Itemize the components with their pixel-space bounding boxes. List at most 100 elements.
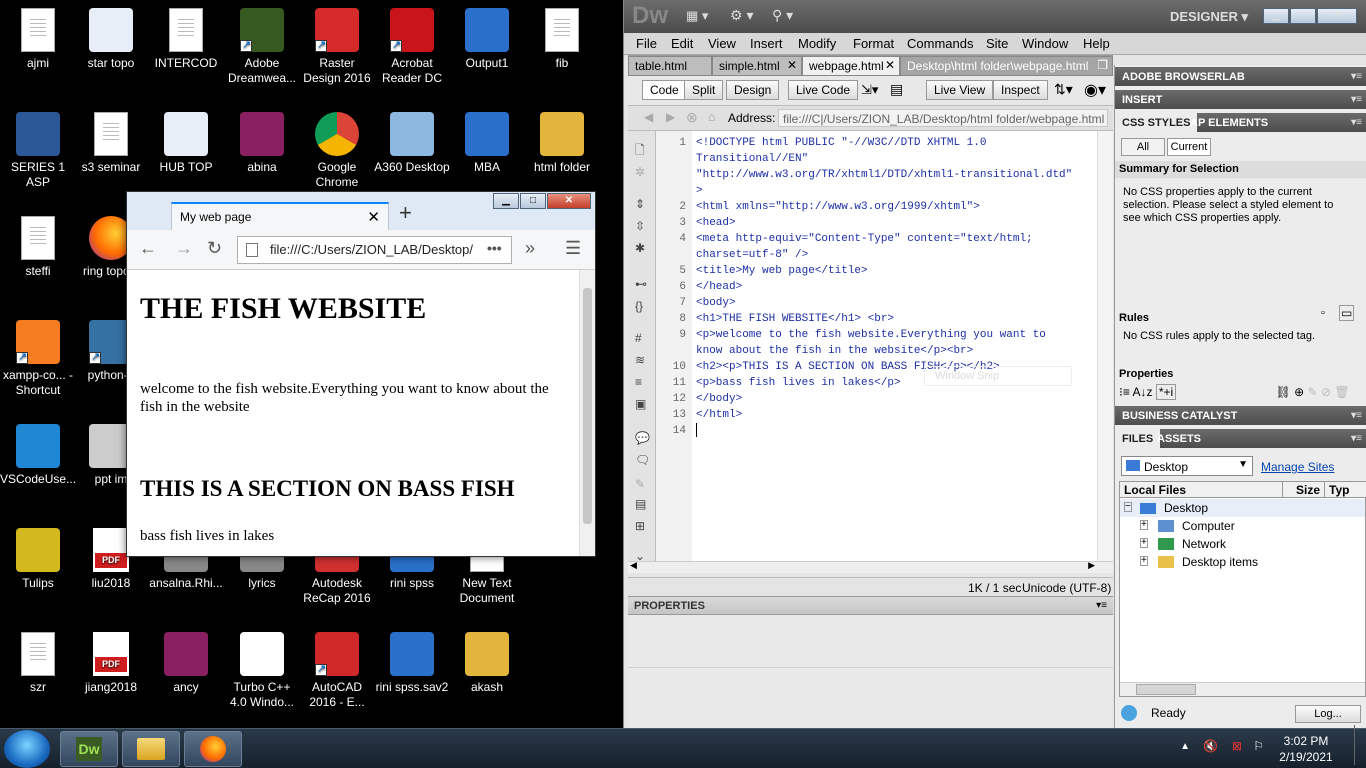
business-catalyst-panel[interactable]: BUSINESS CATALYST ▾≡ (1115, 406, 1366, 425)
menu-commands[interactable]: Commands (907, 36, 973, 51)
desktop-icon-rini-spss-sav2[interactable]: rini spss.sav2 (374, 632, 450, 712)
tree-item-computer[interactable]: + Computer (1120, 517, 1235, 535)
log-button[interactable]: Log... (1295, 705, 1361, 723)
browserlab-panel[interactable]: ADOBE BROWSERLAB ▾≡ (1115, 67, 1366, 86)
page-scrollbar[interactable] (579, 270, 595, 556)
desktop-icon-s3-seminar[interactable]: s3 seminar (73, 112, 149, 192)
desktop-icon-vscodeuse[interactable]: VSCodeUse... (0, 424, 76, 504)
desktop-icon-akash[interactable]: akash (449, 632, 525, 712)
reload-icon[interactable]: ↻ (207, 238, 222, 259)
home-icon[interactable]: ⌂ (708, 110, 715, 124)
taskbar-firefox[interactable] (184, 731, 242, 767)
desktop-icon-acrobat-reader-dc[interactable]: Acrobat Reader DC (374, 8, 450, 88)
attach-style-icon[interactable]: ⛓ (1276, 385, 1291, 399)
inspect-button[interactable]: Inspect (993, 80, 1048, 100)
clock[interactable]: 3:02 PM 2/19/2021 (1276, 733, 1336, 765)
dw-maximize-button[interactable]: □ (1290, 8, 1316, 24)
highlight-invalid-icon[interactable]: ≋ (635, 353, 645, 367)
show-hidden-icons[interactable]: ▲ (1180, 739, 1190, 755)
line-numbers-icon[interactable]: # (635, 331, 642, 345)
tab-simple-html[interactable]: simple.html ✕ (712, 56, 802, 76)
desktop-icon-autocad-2016-e[interactable]: AutoCAD 2016 - E... (299, 632, 375, 712)
type-header[interactable]: Typ (1325, 482, 1366, 498)
alpha-view-icon[interactable]: A↓z (1133, 385, 1153, 399)
desktop-icon-szr[interactable]: szr (0, 632, 76, 712)
open-documents-icon[interactable]: 🗋 (635, 141, 645, 162)
menu-modify[interactable]: Modify (798, 36, 836, 51)
new-rule-icon[interactable]: ⊕ (1294, 385, 1304, 399)
overflow-chevron-icon[interactable]: » (525, 238, 535, 259)
recent-snippets-icon[interactable]: ▤ (635, 497, 646, 511)
forward-arrow-icon[interactable]: → (175, 238, 193, 259)
word-wrap-icon[interactable]: ≡ (635, 375, 642, 389)
wrap-tag-icon[interactable]: ✎ (635, 477, 645, 491)
code-editor[interactable]: <!DOCTYPE html PUBLIC "-//W3C//DTD XHTML… (692, 131, 1097, 561)
dw-close-button[interactable]: ✕ (1317, 8, 1357, 24)
comment-icon[interactable]: 💬 (635, 431, 650, 445)
desktop-icon-star-topo[interactable]: star topo (73, 8, 149, 88)
live-code-button[interactable]: Live Code (788, 80, 859, 100)
hamburger-menu-icon[interactable]: ☰ (565, 238, 581, 259)
maximize-button[interactable]: □ (520, 193, 546, 209)
trash-icon[interactable]: 🗑 (1334, 385, 1349, 399)
browser-preview-icon[interactable]: ⇅▾ (1054, 81, 1073, 98)
close-tab-icon[interactable]: ✕ (367, 208, 380, 226)
remove-comment-icon[interactable]: 🗨 (635, 453, 650, 467)
tab-table-html[interactable]: table.html (628, 56, 712, 76)
desktop-icon-raster-design-2016-on-au[interactable]: Raster Design 2016 on Au... (299, 8, 375, 88)
manage-sites-link[interactable]: Manage Sites (1261, 460, 1334, 474)
menu-edit[interactable]: Edit (671, 36, 693, 51)
desktop-icon-abina[interactable]: abina (224, 112, 300, 192)
close-window-button[interactable]: ✕ (547, 193, 591, 209)
speaker-muted-icon[interactable]: 🔇 (1203, 738, 1218, 754)
menu-format[interactable]: Format (853, 36, 894, 51)
move-css-icon[interactable]: ⊞ (635, 519, 645, 533)
files-horizontal-scrollbar[interactable] (1120, 682, 1365, 696)
back-icon[interactable]: ◀ (644, 110, 653, 124)
desktop-icon-jiang2018[interactable]: PDF jiang2018 (73, 632, 149, 712)
collapse-selection-icon[interactable]: ⇳ (635, 219, 645, 233)
tab-my-web-page[interactable]: My web page ✕ (171, 202, 389, 230)
gear-icon[interactable]: ⚙ ▾ (730, 7, 753, 24)
start-button[interactable] (4, 730, 50, 768)
desktop-icon-hub-top[interactable]: HUB TOP (148, 112, 224, 192)
menu-file[interactable]: File (636, 36, 657, 51)
menu-view[interactable]: View (708, 36, 736, 51)
menu-insert[interactable]: Insert (750, 36, 783, 51)
back-arrow-icon[interactable]: ← (139, 238, 157, 259)
inspect-pointer-icon[interactable]: ⇲▾ (861, 82, 878, 98)
tab-assets[interactable]: ASSETS (1150, 429, 1208, 448)
taskbar-explorer[interactable] (122, 731, 180, 767)
desktop-icon-intercod[interactable]: INTERCOD (148, 8, 224, 88)
tab-ap-elements[interactable]: AP ELEMENTS (1183, 113, 1275, 132)
size-header[interactable]: Size (1283, 482, 1325, 498)
expand-all-icon[interactable]: ✱ (635, 241, 645, 255)
desktop-icon-ajmi[interactable]: ajmi (0, 8, 76, 88)
layout-icon[interactable]: ▦ ▾ (686, 8, 708, 24)
page-actions-icon[interactable]: ••• (487, 240, 502, 256)
all-button[interactable]: All (1121, 138, 1165, 156)
live-view-button[interactable]: Live View (926, 80, 994, 100)
syntax-coloring-icon[interactable]: ▣ (635, 397, 646, 411)
site-icon[interactable]: ⚲ ▾ (772, 7, 793, 24)
insert-panel[interactable]: INSERT ▾≡ (1115, 90, 1366, 109)
dw-minimize-button[interactable]: ▁ (1263, 8, 1289, 24)
tree-item-desktop-items[interactable]: + Desktop items (1120, 553, 1258, 571)
menu-site[interactable]: Site (986, 36, 1008, 51)
site-select[interactable]: Desktop ▼ (1121, 456, 1253, 476)
desktop-icon-turbo-c-4-0-windo[interactable]: Turbo C++ 4.0 Windo... (224, 632, 300, 712)
desktop-icon-tulips[interactable]: Tulips (0, 528, 76, 608)
url-bar[interactable]: file:///C:/Users/ZION_LAB/Desktop/ (237, 236, 512, 264)
tree-item-desktop[interactable]: − Desktop (1120, 499, 1365, 517)
code-view-button[interactable]: Code (642, 80, 687, 100)
panel-menu-icon[interactable]: ▾≡ (1096, 600, 1107, 611)
desktop-icon-steffi[interactable]: steffi (0, 216, 76, 296)
menu-window[interactable]: Window (1022, 36, 1068, 51)
collapse-tag-icon[interactable]: ⇕ (635, 197, 645, 211)
category-view-icon[interactable]: ⁝≡ (1119, 385, 1130, 399)
file-management-icon[interactable]: ▤ (890, 81, 903, 98)
desktop-icon-output1[interactable]: Output1 (449, 8, 525, 88)
show-desktop-button[interactable] (1354, 725, 1366, 765)
select-parent-tag-icon[interactable]: ⊷ (635, 277, 647, 291)
desktop-icon-a360-desktop[interactable]: A360 Desktop (374, 112, 450, 192)
